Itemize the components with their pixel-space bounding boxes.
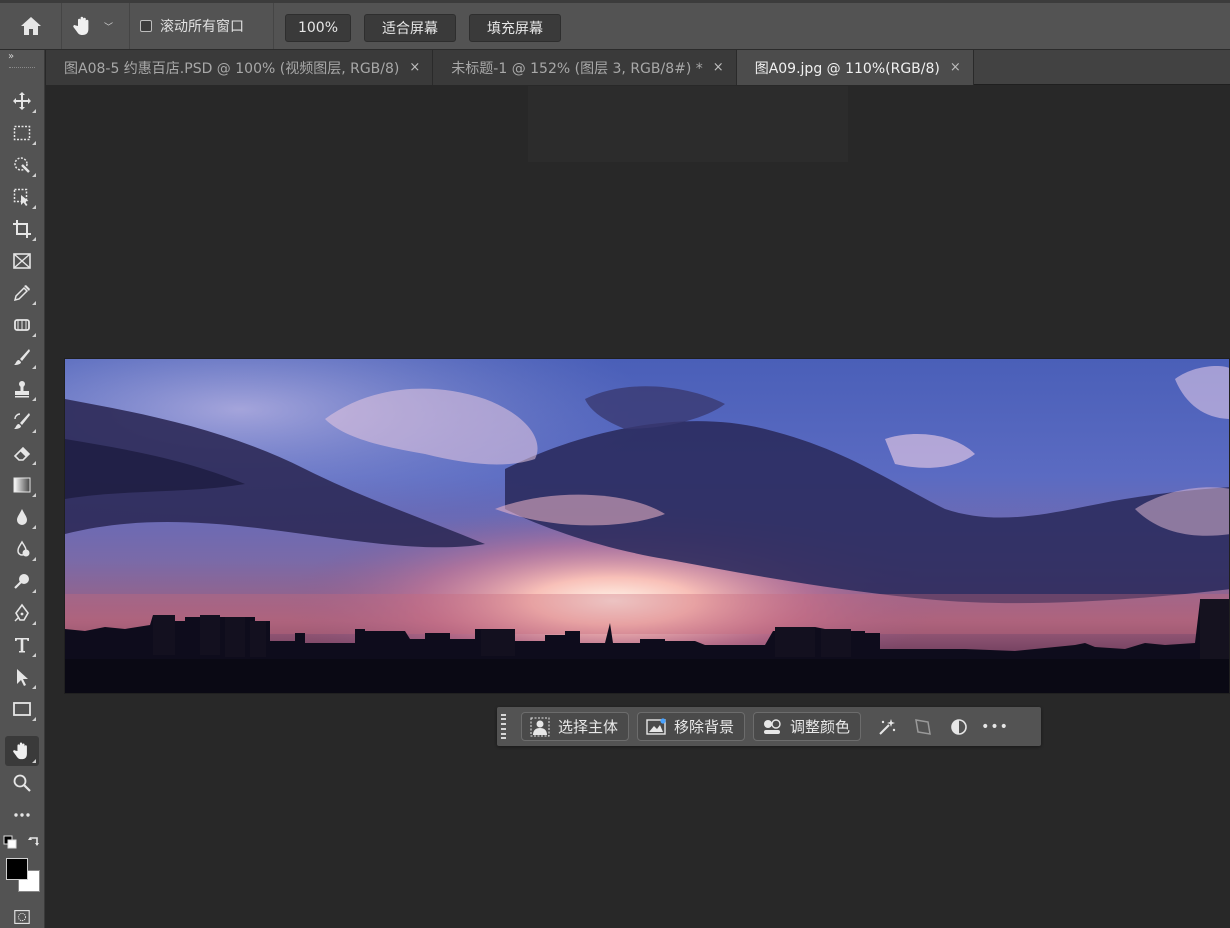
marquee-tool-icon[interactable] (5, 118, 39, 148)
drag-handle[interactable] (501, 713, 507, 740)
tab-document-1[interactable]: 图A08-5 约惠百店.PSD @ 100% (视频图层, RGB/8) × (46, 50, 434, 85)
document-tabs: 图A08-5 约惠百店.PSD @ 100% (视频图层, RGB/8) × 未… (46, 50, 1230, 85)
hand-tool-icon[interactable] (5, 736, 39, 766)
rectangle-tool-icon[interactable] (5, 694, 39, 724)
contextual-task-bar: 选择主体 移除背景 调整颜色 ••• (497, 707, 1041, 746)
tools-panel: » (0, 50, 45, 928)
more-options-icon[interactable]: ••• (981, 715, 1008, 739)
tool-preset-picker[interactable]: ﹀ (62, 3, 130, 49)
eyedropper-tool-icon[interactable] (5, 278, 39, 308)
close-icon[interactable]: × (713, 60, 724, 75)
sponge-tool-icon[interactable] (5, 534, 39, 564)
tab-label: 未标题-1 @ 152% (图层 3, RGB/8#) * (451, 60, 703, 77)
magic-sparkle-icon[interactable] (876, 715, 898, 739)
history-brush-tool-icon[interactable] (5, 406, 39, 436)
eraser-tool-icon[interactable] (5, 438, 39, 468)
frame-tool-icon[interactable] (5, 246, 39, 276)
select-subject-label: 选择主体 (558, 718, 619, 736)
gradient-tool-icon[interactable] (5, 470, 39, 500)
remove-background-button[interactable]: 移除背景 (637, 712, 746, 741)
photoshop-window: ﹀ 滚动所有窗口 100% 适合屏幕 填充屏幕 » 图A08-5 约惠百店.PS… (0, 0, 1230, 928)
dodge-tool-icon[interactable] (5, 566, 39, 596)
fit-screen-button[interactable]: 适合屏幕 (364, 14, 456, 42)
remove-background-icon (646, 717, 666, 735)
chevron-down-icon: ﹀ (104, 22, 114, 33)
pen-tool-icon[interactable] (5, 598, 39, 628)
select-subject-button[interactable]: 选择主体 (521, 712, 630, 741)
move-tool-icon[interactable] (5, 86, 39, 116)
toolbar-grip[interactable]: » (0, 50, 44, 72)
color-swatches (4, 858, 44, 902)
more-tools-icon[interactable] (5, 800, 39, 830)
path-selection-tool-icon[interactable] (5, 662, 39, 692)
tab-label: 图A08-5 约惠百店.PSD @ 100% (视频图层, RGB/8) (64, 60, 400, 77)
healing-brush-tool-icon[interactable] (5, 310, 39, 340)
grip-dots (9, 67, 35, 69)
brush-tool-icon[interactable] (5, 342, 39, 372)
transform-icon[interactable] (912, 715, 934, 739)
scroll-all-checkbox[interactable] (140, 20, 152, 32)
tab-document-3[interactable]: 图A09.jpg @ 110%(RGB/8) × (736, 50, 974, 85)
clone-stamp-tool-icon[interactable] (5, 374, 39, 404)
hand-icon (73, 16, 89, 35)
adjust-color-icon (764, 718, 781, 734)
swap-colors-icon[interactable] (24, 832, 44, 852)
ghost-panel (528, 86, 848, 162)
close-icon[interactable]: × (950, 60, 961, 75)
collapse-icon[interactable]: » (8, 52, 14, 62)
contrast-icon[interactable] (948, 715, 970, 739)
crop-tool-icon[interactable] (5, 214, 39, 244)
zoom-100-button[interactable]: 100% (285, 14, 351, 42)
blur-tool-icon[interactable] (5, 502, 39, 532)
quick-mask-icon[interactable] (5, 906, 39, 928)
document-image[interactable] (64, 358, 1230, 694)
scroll-all-windows-option[interactable]: 滚动所有窗口 (130, 3, 274, 49)
zoom-tool-icon[interactable] (5, 768, 39, 798)
tab-document-2[interactable]: 未标题-1 @ 152% (图层 3, RGB/8#) * × (433, 50, 737, 85)
tab-label: 图A09.jpg @ 110%(RGB/8) (754, 60, 940, 77)
foreground-color-swatch[interactable] (6, 858, 28, 880)
quick-selection-tool-icon[interactable] (5, 150, 39, 180)
remove-background-label: 移除背景 (674, 718, 735, 736)
type-tool-icon[interactable] (5, 630, 39, 660)
adjust-color-button[interactable]: 调整颜色 (753, 712, 862, 741)
home-button[interactable] (0, 3, 62, 49)
default-colors-icon[interactable] (0, 832, 20, 852)
scroll-all-label: 滚动所有窗口 (160, 19, 244, 35)
home-icon (20, 17, 41, 35)
sunset-photo (65, 359, 1229, 693)
select-subject-icon (530, 717, 550, 736)
object-selection-tool-icon[interactable] (5, 182, 39, 212)
close-icon[interactable]: × (409, 60, 420, 75)
adjust-color-label: 调整颜色 (790, 718, 851, 736)
fill-screen-button[interactable]: 填充屏幕 (469, 14, 561, 42)
options-bar: ﹀ 滚动所有窗口 100% 适合屏幕 填充屏幕 (0, 0, 1230, 50)
